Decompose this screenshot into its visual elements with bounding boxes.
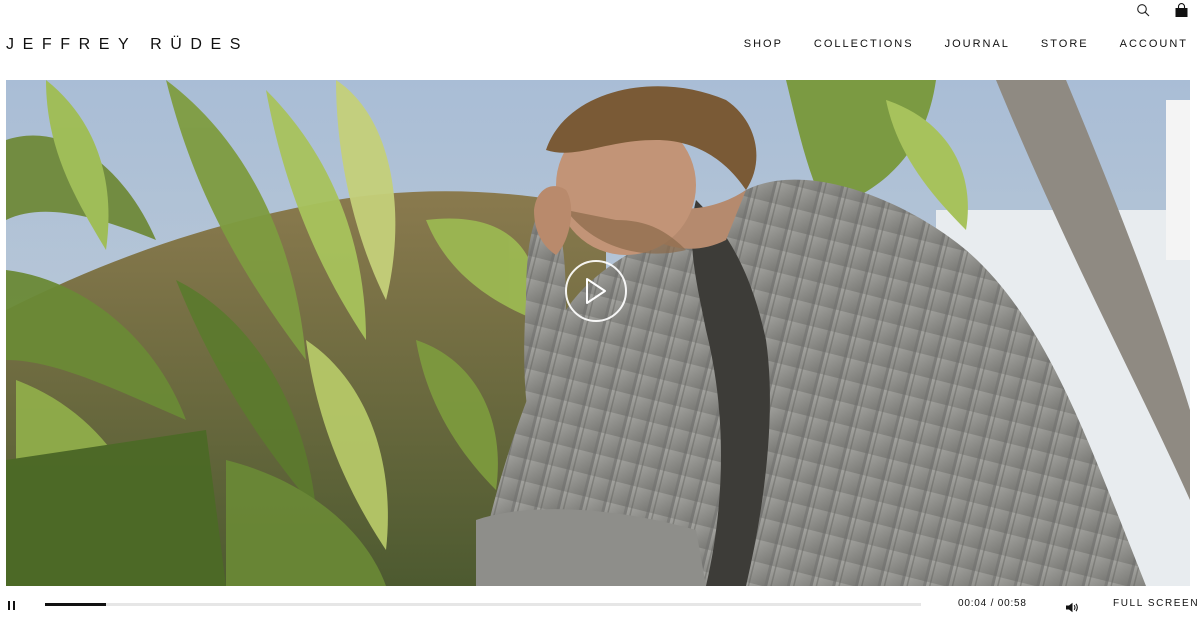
nav-collections[interactable]: COLLECTIONS <box>814 38 914 51</box>
nav-shop[interactable]: SHOP <box>744 38 783 51</box>
fullscreen-button[interactable]: FULL SCREEN <box>1113 598 1197 609</box>
nav-store[interactable]: STORE <box>1041 38 1089 51</box>
hero-video[interactable] <box>6 80 1190 586</box>
video-controls: 00:04 / 00:58 FULL SCREEN <box>0 590 1197 616</box>
progress-fill <box>45 603 107 606</box>
pause-icon <box>8 601 10 610</box>
search-icon[interactable] <box>1135 2 1151 18</box>
utility-bar <box>1135 2 1189 18</box>
nav-account[interactable]: ACCOUNT <box>1120 38 1188 51</box>
nav-journal[interactable]: JOURNAL <box>945 38 1010 51</box>
pause-icon-bar <box>13 601 15 610</box>
volume-icon <box>1066 602 1078 613</box>
main-nav: SHOP COLLECTIONS JOURNAL STORE ACCOUNT <box>713 38 1188 51</box>
play-icon <box>586 278 606 304</box>
progress-bar[interactable] <box>45 603 921 606</box>
video-frame <box>6 80 1190 586</box>
time-display: 00:04 / 00:58 <box>958 598 1027 609</box>
volume-button[interactable] <box>1065 600 1079 613</box>
shopping-bag-icon[interactable] <box>1173 2 1189 18</box>
brand-logo[interactable]: JEFFREY RÜDES <box>6 36 249 54</box>
pause-button[interactable] <box>8 601 16 610</box>
play-button[interactable] <box>565 260 627 322</box>
